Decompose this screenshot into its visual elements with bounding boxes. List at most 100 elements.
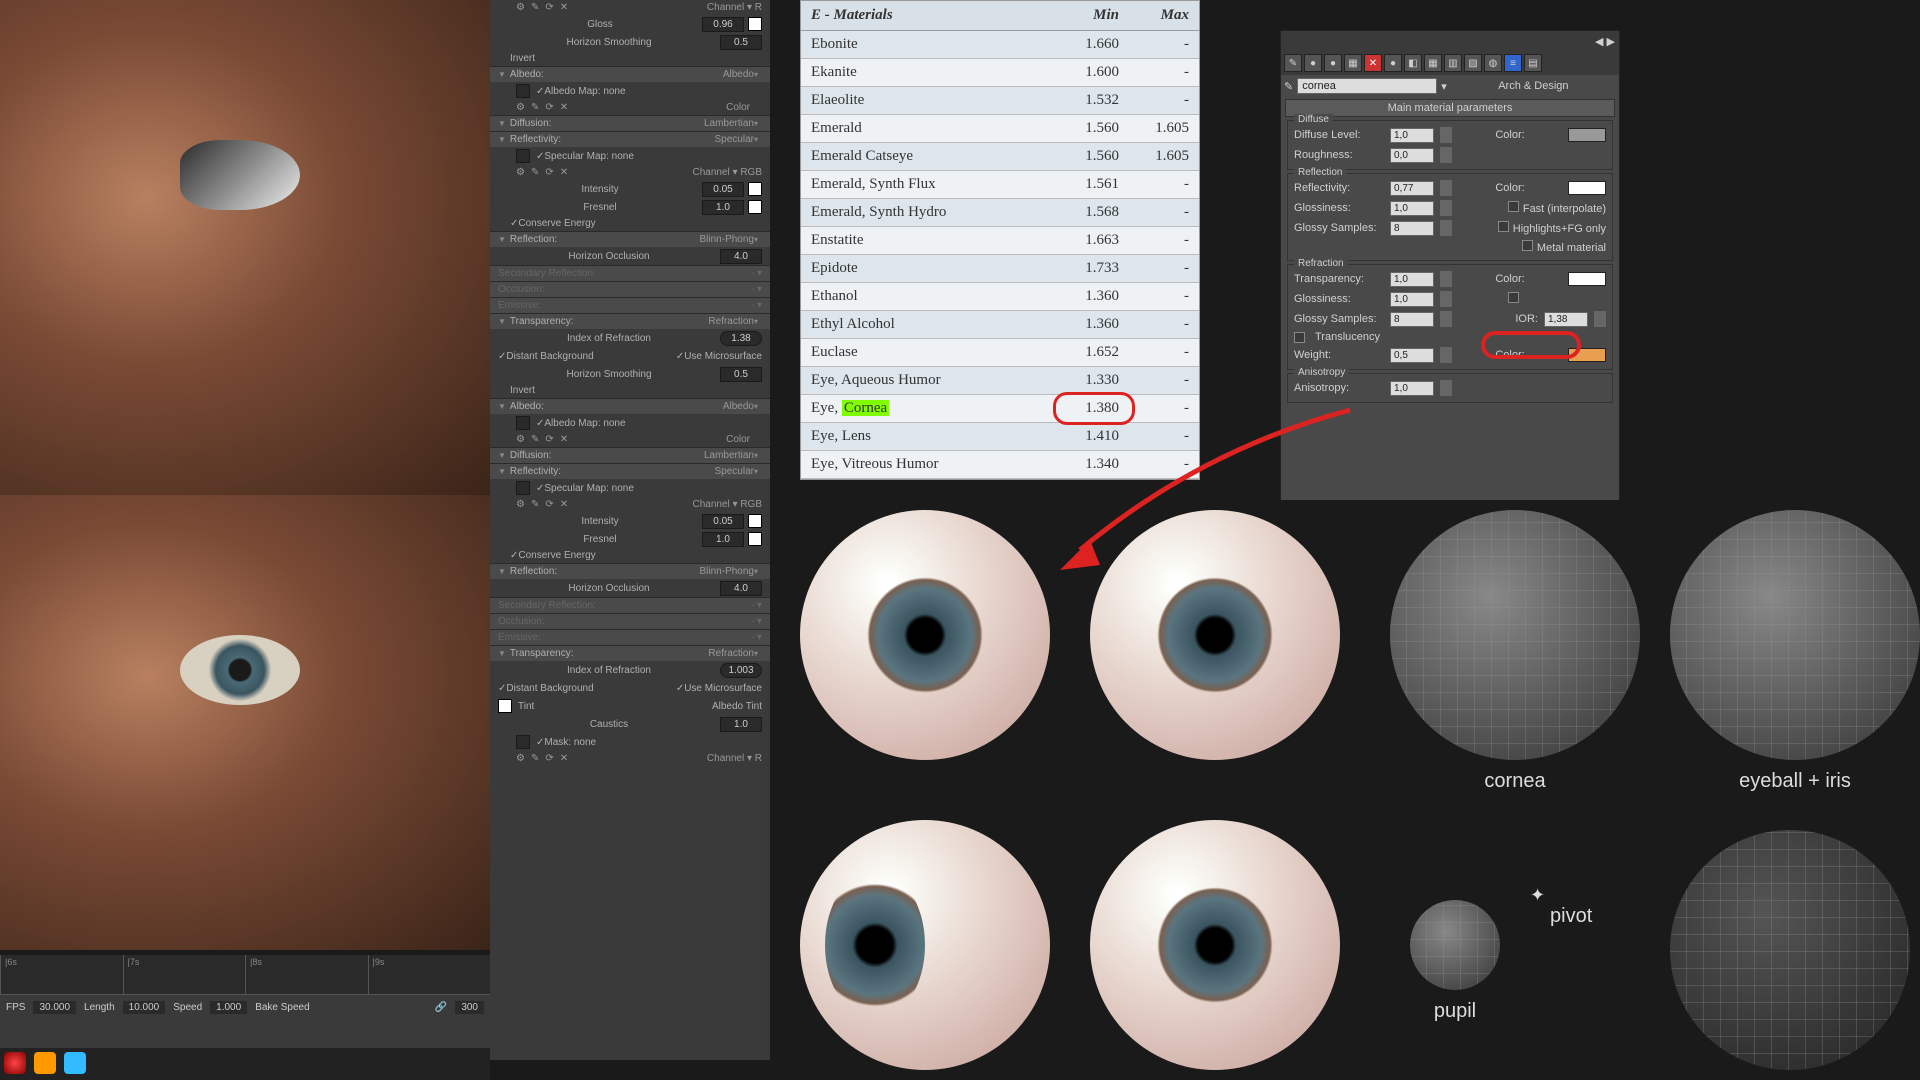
cube-icon[interactable]: ▦ [1344,54,1362,72]
intensity-input-2[interactable]: 0.05 [702,514,744,529]
spinner-buttons[interactable] [1440,220,1452,236]
albedo-section-2[interactable]: ▼Albedo:Albedo ▾ [490,398,770,414]
sec-reflection-2[interactable]: Secondary Reflection:- ▾ [490,597,770,613]
transluc-color-swatch[interactable] [1568,348,1606,362]
close-icon[interactable]: ✕ [560,2,568,13]
spinner-buttons[interactable] [1440,180,1452,196]
glossy-samples-spinner[interactable]: 8 [1390,221,1434,236]
fresnel-input-2[interactable]: 1.0 [702,532,744,547]
checker-icon[interactable]: ▨ [1464,54,1482,72]
material-type-button[interactable]: Arch & Design [1451,80,1616,92]
transparency-section-2[interactable]: ▼Transparency:Refraction ▾ [490,645,770,661]
refl-color-swatch[interactable] [1568,181,1606,195]
reflectivity-spinner[interactable]: 0,77 [1390,181,1434,196]
mask-row[interactable]: ✓Mask: none [490,733,770,751]
gear-icon[interactable]: ⚙ [516,2,525,13]
spinner-buttons[interactable] [1440,380,1452,396]
eyedropper-icon[interactable]: ✎ [1284,54,1302,72]
hsmooth-input-2[interactable]: 0.5 [720,367,762,382]
delete-icon[interactable]: ✕ [1364,54,1382,72]
spinner-buttons[interactable] [1440,291,1452,307]
diffuse-color-swatch[interactable] [1568,128,1606,142]
fps-value[interactable]: 30.000 [33,1001,76,1014]
gloss-spinner[interactable]: 1,0 [1390,201,1434,216]
reflectivity-section-2[interactable]: ▼Reflectivity:Specular ▾ [490,463,770,479]
albedo-map-row-2[interactable]: ✓Albedo Map: none [490,414,770,432]
use-ms-toggle[interactable]: ✓Use Microsurface [676,351,762,362]
invert-toggle[interactable]: Invert [490,51,770,66]
reflectivity-section[interactable]: ▼Reflectivity:Specular ▾ [490,131,770,147]
horiz-occ-input[interactable]: 4.0 [720,249,762,264]
spinner-buttons[interactable] [1440,311,1452,327]
roughness-spinner[interactable]: 0,0 [1390,148,1434,163]
bake-speed-label[interactable]: Bake Speed [255,1002,310,1013]
teapot-icon[interactable]: ◍ [1484,54,1502,72]
magic-icon[interactable]: ✎ [1284,80,1293,93]
angle-value[interactable]: 300 [455,1001,484,1014]
occlusion-section[interactable]: Occlusion:- ▾ [490,281,770,297]
diffusion-section[interactable]: ▼Diffusion:Lambertian ▾ [490,115,770,131]
use-ms-2[interactable]: ✓Use Microsurface [676,683,762,694]
list-icon[interactable]: ≡ [1504,54,1522,72]
occlusion-2[interactable]: Occlusion:- ▾ [490,613,770,629]
albedo-section[interactable]: ▼Albedo:Albedo ▾ [490,66,770,82]
taskbar-app-icon[interactable] [4,1052,26,1074]
ior-input-2[interactable]: 1.003 [720,663,762,678]
refr-samples-spinner[interactable]: 8 [1390,312,1434,327]
fast-checkbox-2[interactable] [1508,292,1519,303]
refr-color-swatch[interactable] [1568,272,1606,286]
intensity-swatch[interactable] [748,182,762,196]
reflection-section[interactable]: ▼Reflection:Blinn-Phong ▾ [490,231,770,247]
distant-bg-2[interactable]: ✓Distant Background [498,683,676,694]
cube-icon[interactable]: ◧ [1404,54,1422,72]
emissive-section[interactable]: Emissive:- ▾ [490,297,770,313]
channel-label[interactable]: Channel [707,2,744,13]
albedo-tint-toggle[interactable]: Albedo Tint [712,701,762,712]
channel-dropdown[interactable]: Channel [692,167,729,178]
spinner-buttons[interactable] [1440,200,1452,216]
conserve-energy-toggle[interactable]: ✓Conserve Energy [490,216,770,231]
fresnel-swatch[interactable] [748,200,762,214]
metal-checkbox[interactable] [1522,240,1533,251]
albedo-map-row[interactable]: ✓Albedo Map: none [490,82,770,100]
emissive-2[interactable]: Emissive:- ▾ [490,629,770,645]
spinner-buttons[interactable] [1594,311,1606,327]
length-value[interactable]: 10.000 [123,1001,166,1014]
cube-icon[interactable]: ▦ [1424,54,1442,72]
hifi-checkbox[interactable] [1498,221,1509,232]
specular-map-row-2[interactable]: ✓Specular Map: none [490,479,770,497]
caustics-input[interactable]: 1.0 [720,717,762,732]
magic-icon[interactable]: ✎ [531,2,539,13]
tint-swatch[interactable] [498,699,512,713]
ior-input-1[interactable]: 1.38 [720,331,762,346]
sphere-icon[interactable]: ● [1384,54,1402,72]
hsmooth-input[interactable]: 0.5 [720,35,762,50]
fast-checkbox[interactable] [1508,201,1519,212]
gloss-input[interactable]: 0.96 [702,17,744,32]
refr-gloss-spinner[interactable]: 1,0 [1390,292,1434,307]
grid-icon[interactable]: ▥ [1444,54,1462,72]
invert-toggle-2[interactable]: Invert [490,383,770,398]
spinner-buttons[interactable] [1440,147,1452,163]
max-titlebar[interactable]: ◀ ▶ [1281,31,1619,51]
spinner-buttons[interactable] [1440,347,1452,363]
transparency-spinner[interactable]: 1,0 [1390,272,1434,287]
sphere-icon[interactable]: ● [1324,54,1342,72]
diffuse-level-spinner[interactable]: 1,0 [1390,128,1434,143]
gloss-swatch[interactable] [748,17,762,31]
reflection-section-2[interactable]: ▼Reflection:Blinn-Phong ▾ [490,563,770,579]
specular-map-row[interactable]: ✓Specular Map: none [490,147,770,165]
taskbar-app-icon[interactable] [34,1052,56,1074]
weight-spinner[interactable]: 0,5 [1390,348,1434,363]
distant-bg-toggle[interactable]: ✓Distant Background [498,351,676,362]
gear-icon[interactable]: ⚙ [516,102,525,113]
swatch[interactable] [748,532,762,546]
intensity-input[interactable]: 0.05 [702,182,744,197]
fresnel-input[interactable]: 1.0 [702,200,744,215]
horiz-occ-input-2[interactable]: 4.0 [720,581,762,596]
spinner-buttons[interactable] [1440,271,1452,287]
sphere-icon[interactable]: ● [1304,54,1322,72]
sec-reflection-section[interactable]: Secondary Reflection:- ▾ [490,265,770,281]
taskbar-skype-icon[interactable] [64,1052,86,1074]
conserve-toggle-2[interactable]: ✓Conserve Energy [490,548,770,563]
